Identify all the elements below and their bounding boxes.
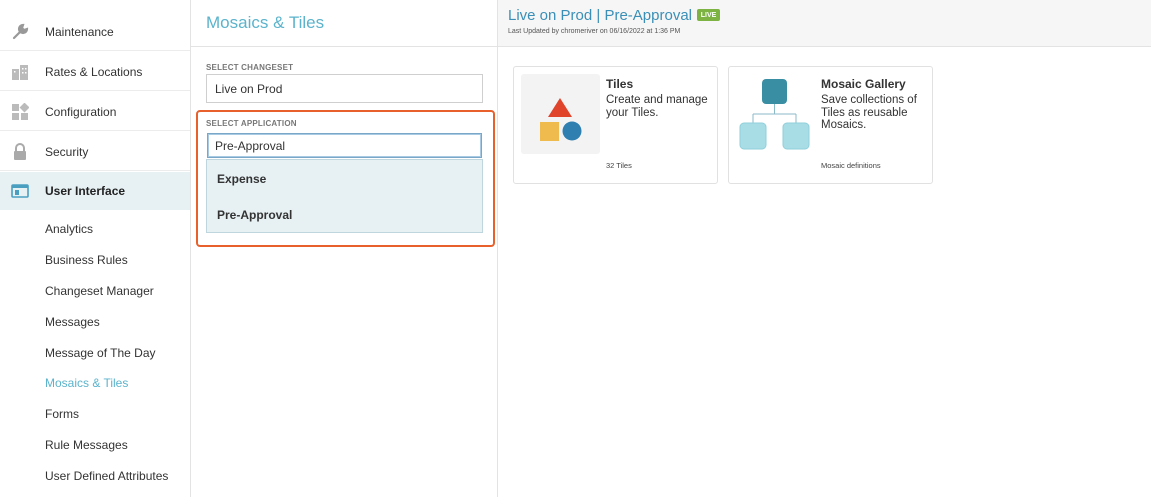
tree-icon [739, 79, 810, 150]
sidebar-item-label: Configuration [45, 104, 117, 119]
sidebar-item-label: Security [45, 144, 89, 159]
window-icon [11, 184, 29, 198]
tiles-thumbnail [521, 74, 600, 154]
lock-icon [14, 143, 26, 160]
sidebar-item-user-interface[interactable]: User Interface [0, 172, 190, 210]
selection-panel: Mosaics & Tiles SELECT CHANGESET Live on… [191, 0, 498, 497]
main-header: Live on Prod | Pre-Approval LIVE Last Up… [498, 0, 1151, 47]
changeset-label: SELECT CHANGESET [206, 63, 294, 72]
application-select[interactable]: Pre-Approval [207, 133, 482, 158]
application-label: SELECT APPLICATION [206, 119, 297, 128]
page-title: Live on Prod | Pre-Approval [508, 7, 692, 24]
card-description: Create and manage your Tiles. [606, 94, 708, 119]
wrench-icon [12, 23, 29, 40]
card-description: Save collections of Tiles as reusable Mo… [821, 94, 917, 131]
changeset-value: Live on Prod [215, 81, 283, 96]
sidebar-subitem-business-rules[interactable]: Business Rules [45, 253, 128, 267]
last-updated-text: Last Updated by chromeriver on 06/16/202… [508, 28, 681, 35]
panel-title: Mosaics & Tiles [206, 13, 325, 32]
sidebar-subitem-changeset-manager[interactable]: Changeset Manager [45, 284, 154, 298]
sidebar-subitem-forms[interactable]: Forms [45, 407, 79, 421]
sidebar-item-configuration[interactable]: Configuration [0, 93, 190, 131]
tiles-card[interactable]: Tiles Create and manage your Tiles. 32 T… [513, 66, 718, 184]
shapes-icon [540, 98, 582, 141]
sidebar-item-rates-locations[interactable]: Rates & Locations [0, 53, 190, 91]
sidebar-item-label: Maintenance [45, 24, 114, 39]
sidebar: Maintenance Rates & Locations Configurat… [0, 0, 191, 497]
sidebar-subitem-user-defined-attributes[interactable]: User Defined Attributes [45, 469, 168, 483]
sidebar-item-security[interactable]: Security [0, 133, 190, 171]
card-footer: 32 Tiles [606, 161, 632, 170]
status-badge: LIVE [697, 9, 720, 21]
divider [191, 46, 497, 47]
application-dropdown: Expense Pre-Approval [206, 159, 483, 233]
dropdown-option-expense[interactable]: Expense [217, 172, 266, 186]
card-title: Mosaic Gallery [821, 77, 906, 91]
sidebar-subitem-message-of-the-day[interactable]: Message of The Day [45, 346, 156, 360]
sidebar-subitem-messages[interactable]: Messages [45, 315, 100, 329]
sidebar-subitem-mosaics-tiles[interactable]: Mosaics & Tiles [45, 376, 128, 390]
sidebar-item-label: User Interface [45, 184, 126, 198]
card-title: Tiles [606, 77, 634, 91]
buildings-icon [12, 65, 28, 80]
mosaic-gallery-card[interactable]: Mosaic Gallery Save collections of Tiles… [728, 66, 933, 184]
sidebar-item-label: Rates & Locations [45, 64, 143, 79]
sidebar-subitem-analytics[interactable]: Analytics [45, 222, 93, 236]
card-footer: Mosaic definitions [821, 161, 881, 170]
changeset-select[interactable]: Live on Prod [206, 74, 483, 103]
sidebar-subitem-rule-messages[interactable]: Rule Messages [45, 438, 128, 452]
sidebar-item-maintenance[interactable]: Maintenance [0, 13, 190, 51]
main-content: Live on Prod | Pre-Approval LIVE Last Up… [498, 0, 1151, 497]
dropdown-option-pre-approval[interactable]: Pre-Approval [217, 208, 292, 222]
application-value: Pre-Approval [215, 138, 286, 153]
configuration-icon [12, 103, 29, 120]
